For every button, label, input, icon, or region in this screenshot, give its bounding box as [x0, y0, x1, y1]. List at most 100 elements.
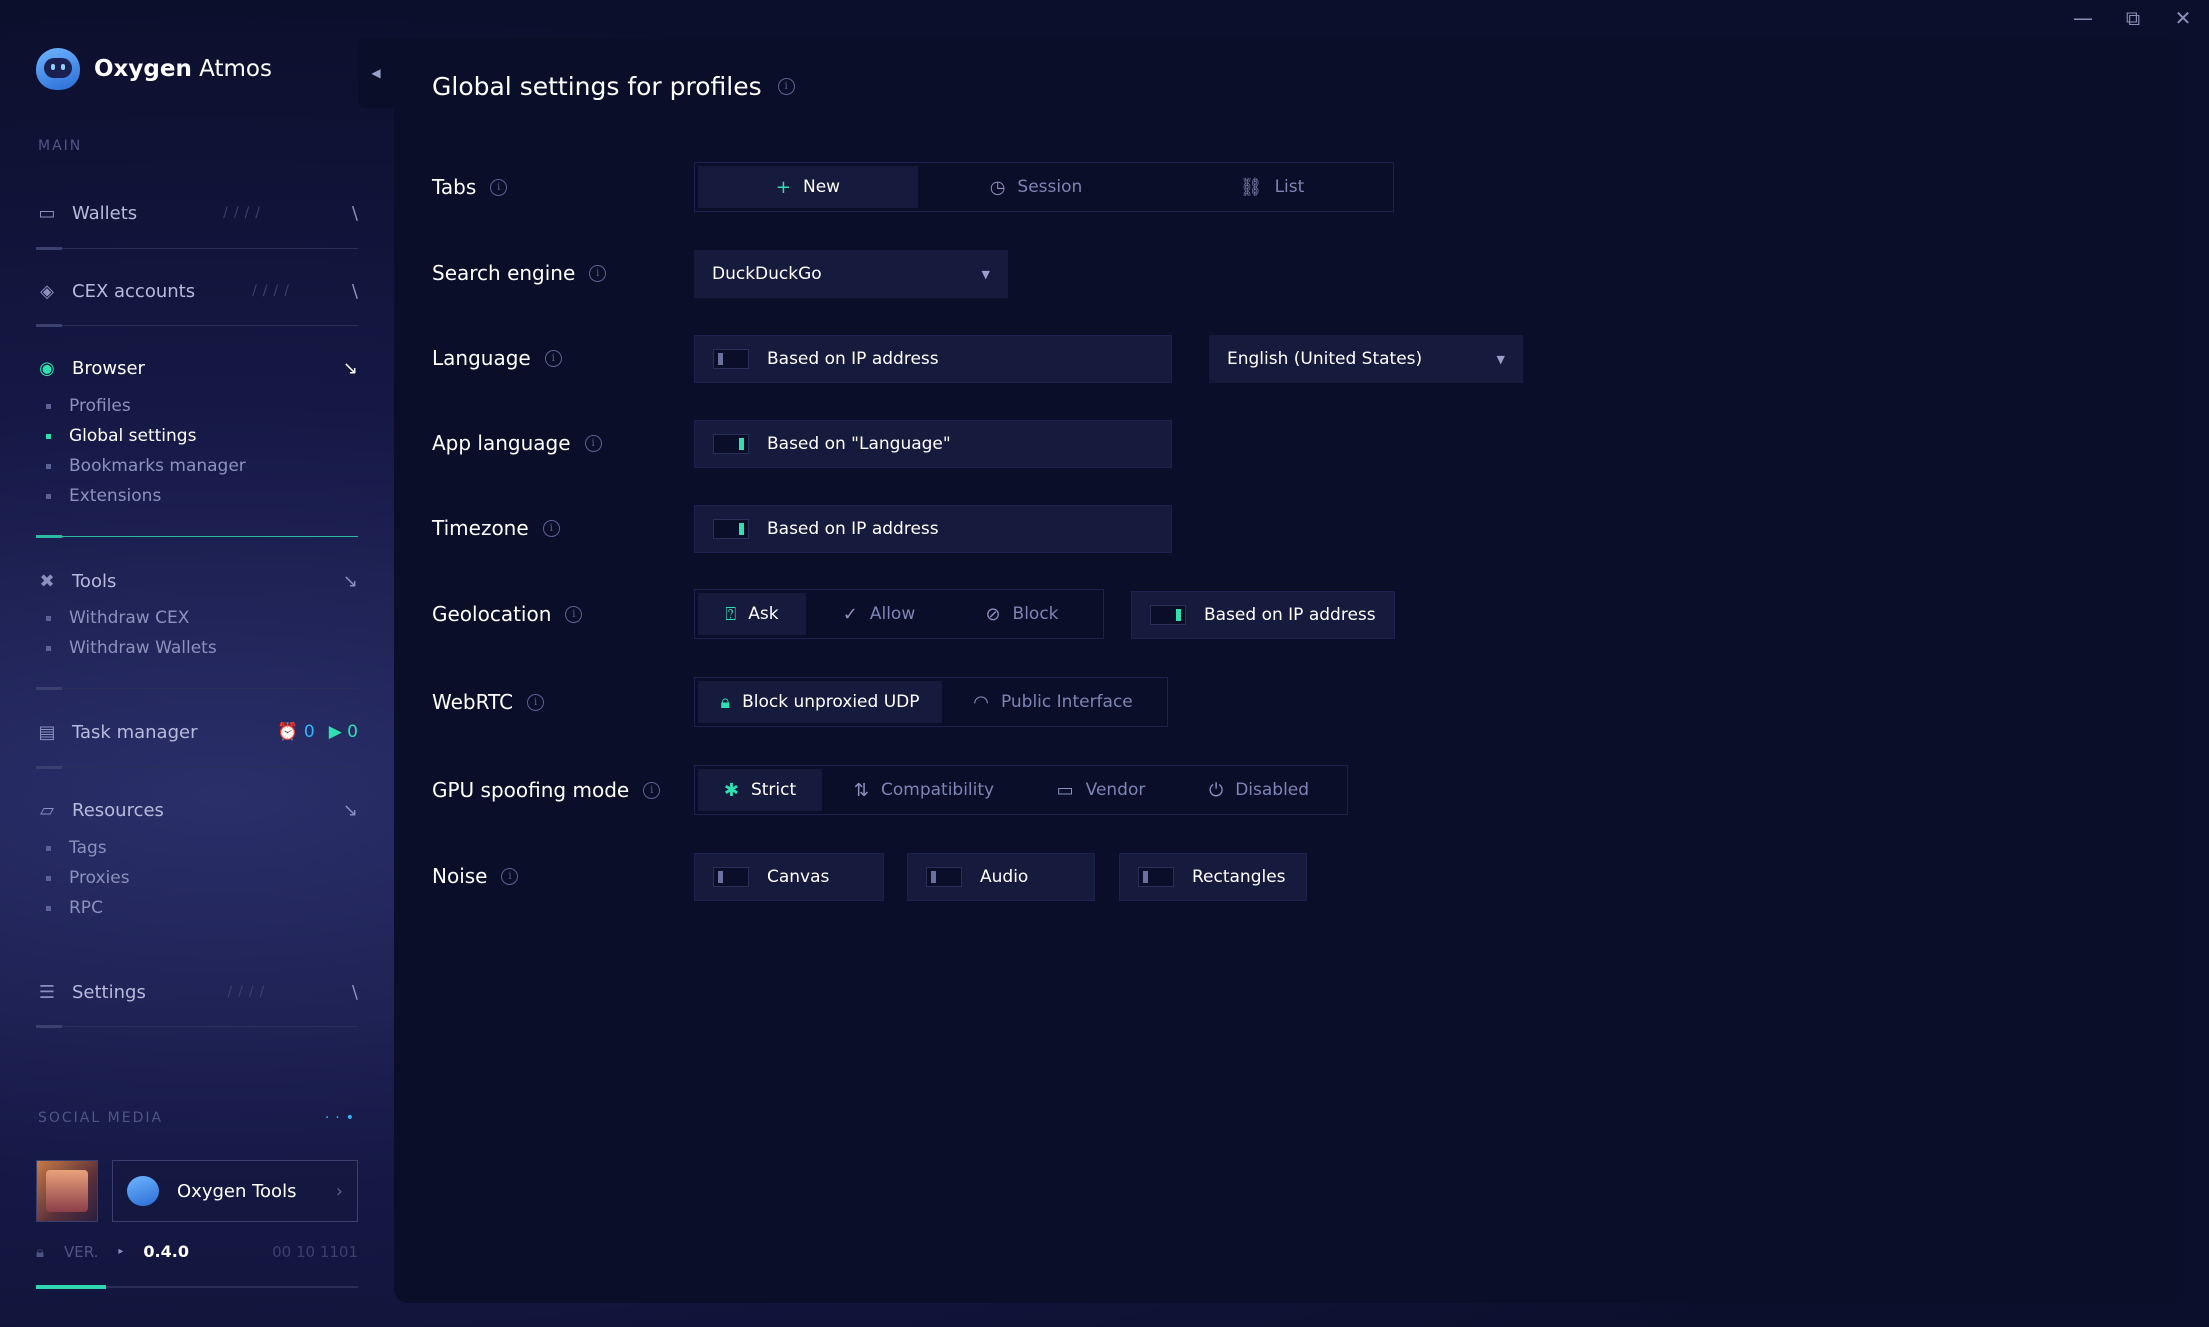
- folder-icon: ▱: [40, 799, 54, 821]
- toggle-switch[interactable]: [713, 519, 749, 539]
- close-button[interactable]: ✕: [2171, 6, 2195, 30]
- info-icon[interactable]: i: [643, 781, 661, 799]
- geolocation-option-block[interactable]: ⊘ Block: [952, 593, 1092, 635]
- power-icon: ⏻: [1208, 779, 1224, 801]
- info-icon[interactable]: i: [565, 605, 583, 623]
- layers-icon: ◈: [40, 280, 54, 302]
- toggle-label: Based on IP address: [1204, 605, 1376, 625]
- maximize-button[interactable]: ⧉: [2121, 6, 2145, 30]
- sidebar-item-wallets[interactable]: ▭ Wallets //// \: [36, 198, 358, 228]
- toggle-switch[interactable]: [1138, 867, 1174, 887]
- toggle-switch[interactable]: [713, 867, 749, 887]
- task-icon: ▤: [38, 721, 56, 743]
- collapse-sidebar-button[interactable]: ◀: [358, 38, 394, 108]
- info-icon[interactable]: i: [584, 434, 602, 452]
- toggle-switch[interactable]: [926, 867, 962, 887]
- tabs-label: Tabs i: [432, 164, 508, 210]
- toggle-switch[interactable]: [713, 434, 749, 454]
- language-select[interactable]: English (United States) ▼: [1209, 335, 1523, 383]
- timezone-toggle[interactable]: Based on IP address: [694, 505, 1172, 553]
- divider: [36, 247, 358, 250]
- wifi-icon: ◠: [973, 691, 989, 713]
- toggle-switch[interactable]: [713, 349, 749, 369]
- social-button-label: Oxygen Tools: [177, 1180, 297, 1202]
- chevron-icon: \: [351, 981, 358, 1003]
- search-engine-value: DuckDuckGo: [712, 264, 822, 284]
- sidebar-sub-withdraw-wallets[interactable]: Withdraw Wallets: [46, 638, 217, 658]
- tools-icon: ✖: [39, 570, 55, 592]
- noise-rectangles-toggle[interactable]: Rectangles: [1119, 853, 1307, 901]
- sidebar-sub-bookmarks-manager[interactable]: Bookmarks manager: [46, 456, 246, 476]
- webrtc-option-public-interface[interactable]: ◠ Public Interface: [942, 681, 1164, 723]
- sidebar-sub-global-settings[interactable]: Global settings: [46, 426, 196, 446]
- toggle-label: Based on IP address: [767, 349, 939, 369]
- decor-dots: ////: [252, 283, 295, 299]
- sidebar-item-label: CEX accounts: [72, 280, 196, 302]
- toggle-switch[interactable]: [1150, 605, 1186, 625]
- scheduled-count: ⏰ 0: [277, 722, 315, 742]
- language-ip-toggle[interactable]: Based on IP address: [694, 335, 1172, 383]
- tabs-option-session[interactable]: ◷ Session: [918, 166, 1154, 208]
- link-icon: ⛓: [1239, 176, 1263, 198]
- tabs-option-new[interactable]: + New: [698, 166, 918, 208]
- info-icon[interactable]: i: [490, 178, 508, 196]
- info-icon[interactable]: i: [589, 264, 607, 282]
- page-title-text: Global settings for profiles: [432, 72, 762, 101]
- sidebar-item-task-manager[interactable]: ▤ Task manager ⏰ 0 ▶ 0: [36, 717, 358, 747]
- version-bar: [36, 1285, 358, 1289]
- info-icon[interactable]: i: [527, 693, 545, 711]
- webrtc-option-block-udp[interactable]: 🔒︎ Block unproxied UDP: [698, 681, 942, 723]
- sidebar-sub-tags[interactable]: Tags: [46, 838, 107, 858]
- avatar[interactable]: [36, 1160, 98, 1222]
- tabs-option-list[interactable]: ⛓ List: [1154, 166, 1390, 208]
- sidebar-sub-rpc[interactable]: RPC: [46, 898, 103, 918]
- info-icon[interactable]: i: [501, 867, 519, 885]
- sidebar-item-settings[interactable]: ☰ Settings //// \: [36, 977, 358, 1007]
- gpu-option-compatibility[interactable]: ⇅ Compatibility: [822, 769, 1026, 811]
- sidebar-item-label: Wallets: [72, 202, 138, 224]
- sidebar-item-label: Resources: [72, 799, 164, 821]
- question-icon: ⍰: [725, 603, 737, 625]
- divider: [36, 324, 358, 327]
- info-icon[interactable]: i: [777, 78, 795, 95]
- divider: [36, 766, 358, 769]
- sidebar-sub-proxies[interactable]: Proxies: [46, 868, 130, 888]
- timezone-label: Timezone i: [432, 505, 560, 551]
- geolocation-option-ask[interactable]: ⍰ Ask: [698, 593, 806, 635]
- arrow-down-right-icon: ↘: [342, 570, 358, 592]
- minimize-button[interactable]: —: [2071, 6, 2095, 30]
- plus-icon: +: [775, 176, 791, 198]
- sidebar-sub-extensions[interactable]: Extensions: [46, 486, 161, 506]
- webrtc-segmented-control: 🔒︎ Block unproxied UDP ◠ Public Interface: [694, 677, 1168, 727]
- app-language-toggle[interactable]: Based on "Language": [694, 420, 1172, 468]
- webrtc-label: WebRTC i: [432, 679, 545, 725]
- divider: [36, 1025, 358, 1028]
- oxygen-tools-button[interactable]: Oxygen Tools ›: [112, 1160, 358, 1222]
- sidebar-item-browser[interactable]: ◉ Browser ↘: [36, 353, 358, 383]
- main-section-title: MAIN: [38, 138, 83, 154]
- sidebar-item-resources[interactable]: ▱ Resources ↘: [36, 795, 358, 825]
- block-icon: ⊘: [985, 603, 1001, 625]
- sidebar-item-label: Task manager: [72, 721, 198, 743]
- running-count: ▶ 0: [328, 722, 358, 742]
- gpu-option-strict[interactable]: ✱ Strict: [698, 769, 822, 811]
- language-label: Language i: [432, 335, 562, 381]
- sliders-icon: ☰: [38, 981, 56, 1003]
- noise-audio-toggle[interactable]: Audio: [907, 853, 1095, 901]
- sidebar-item-tools[interactable]: ✖ Tools ↘: [36, 566, 358, 596]
- sidebar-item-cex-accounts[interactable]: ◈ CEX accounts //// \: [36, 276, 358, 306]
- geolocation-option-allow[interactable]: ✓ Allow: [806, 593, 952, 635]
- geolocation-ip-toggle[interactable]: Based on IP address: [1131, 591, 1395, 639]
- decor-dots: ////: [227, 984, 271, 1000]
- sidebar-sub-profiles[interactable]: Profiles: [46, 396, 131, 416]
- info-icon[interactable]: i: [542, 519, 560, 537]
- social-row: Oxygen Tools ›: [36, 1160, 358, 1222]
- search-engine-select[interactable]: DuckDuckGo ▼: [694, 250, 1008, 298]
- gpu-option-vendor[interactable]: ▭ Vendor: [1026, 769, 1176, 811]
- noise-canvas-toggle[interactable]: Canvas: [694, 853, 884, 901]
- sidebar-sub-withdraw-cex[interactable]: Withdraw CEX: [46, 608, 189, 628]
- version-label: VER.: [63, 1242, 99, 1261]
- caret-down-icon: ▼: [1496, 352, 1505, 366]
- info-icon[interactable]: i: [544, 349, 562, 367]
- gpu-option-disabled[interactable]: ⏻ Disabled: [1176, 769, 1342, 811]
